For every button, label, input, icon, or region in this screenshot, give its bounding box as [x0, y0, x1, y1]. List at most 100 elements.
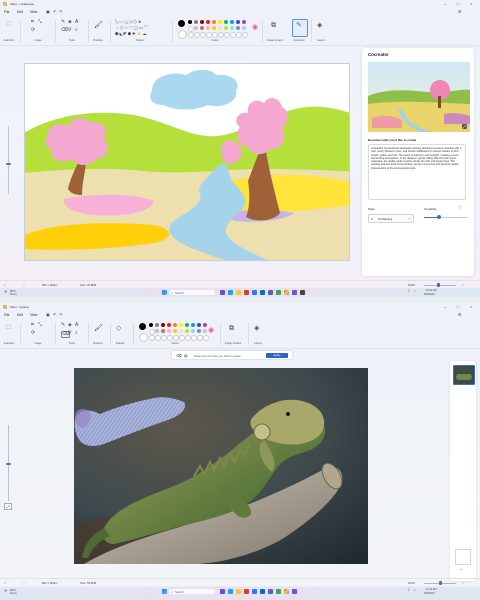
clock-date[interactable]: 9/26/2023: [424, 592, 435, 595]
close-icon[interactable]: ×: [467, 1, 475, 6]
menu-edit[interactable]: Edit: [17, 10, 23, 14]
secondary-color-swatch[interactable]: [178, 30, 187, 39]
office-icon[interactable]: [244, 290, 249, 295]
palette-color-swatch[interactable]: [200, 26, 204, 30]
file-explorer-icon[interactable]: [236, 290, 241, 295]
primary-color-swatch[interactable]: [178, 20, 185, 27]
palette-color-swatch[interactable]: [236, 20, 240, 24]
undo-icon[interactable]: ↶: [53, 312, 56, 317]
pencil-icon[interactable]: ✎: [61, 20, 65, 25]
redo-icon[interactable]: ↷: [59, 9, 62, 14]
layers-icon[interactable]: ◈: [254, 325, 259, 332]
layers-icon[interactable]: ◈: [317, 22, 322, 29]
teams-icon[interactable]: [268, 290, 273, 295]
menu-file[interactable]: File: [4, 10, 9, 14]
brush-size-icon[interactable]: ◍: [184, 353, 188, 358]
creativity-slider-thumb[interactable]: [437, 215, 442, 219]
settings-gear-icon[interactable]: ⚙: [458, 9, 462, 14]
office-icon[interactable]: [244, 589, 249, 594]
onenote-icon[interactable]: [292, 589, 297, 594]
clock-date[interactable]: 9/26/2023: [424, 293, 435, 296]
weather-icon[interactable]: ☀: [4, 289, 8, 294]
store-icon[interactable]: [252, 589, 257, 594]
palette-color-swatch[interactable]: [203, 323, 207, 327]
select-icon[interactable]: ⬚: [6, 325, 11, 330]
landscape-canvas[interactable]: [24, 63, 350, 261]
taskview-icon[interactable]: [220, 290, 225, 295]
fill-icon[interactable]: ◈: [68, 323, 72, 328]
apply-button[interactable]: Apply: [266, 352, 288, 358]
edge-browser-icon[interactable]: [228, 589, 233, 594]
palette-color-swatch[interactable]: [203, 335, 209, 341]
brush-icon[interactable]: 🖌: [94, 325, 103, 332]
text-icon[interactable]: A: [75, 20, 78, 25]
palette-color-swatch[interactable]: [212, 20, 216, 24]
palette-color-swatch[interactable]: [155, 329, 159, 333]
iguana-photo-canvas[interactable]: [74, 368, 368, 564]
shapes-gallery-icon[interactable]: ╲○□△◇⬠★: [115, 19, 142, 24]
add-layer-icon[interactable]: +: [460, 567, 462, 572]
vertical-zoom-slider[interactable]: [4, 120, 12, 200]
maximize-icon[interactable]: □: [454, 304, 462, 309]
palette-color-swatch[interactable]: [197, 329, 201, 333]
teams-icon[interactable]: [268, 589, 273, 594]
palette-color-swatch[interactable]: [224, 26, 228, 30]
cocreator-preview-image[interactable]: [368, 62, 470, 132]
palette-color-swatch[interactable]: [167, 323, 171, 327]
maximize-icon[interactable]: □: [454, 1, 462, 6]
image-creator-icon[interactable]: ⧉: [271, 22, 276, 29]
palette-color-swatch[interactable]: [230, 20, 234, 24]
outlook-icon[interactable]: [260, 589, 265, 594]
palette-color-swatch[interactable]: [212, 26, 216, 30]
brush-icon[interactable]: 🖌: [94, 22, 103, 29]
palette-color-swatch[interactable]: [218, 20, 222, 24]
crop-icon[interactable]: ⌗: [31, 323, 34, 328]
secondary-color-swatch[interactable]: [139, 333, 148, 342]
outlook-icon[interactable]: [260, 290, 265, 295]
save-icon[interactable]: ▣: [46, 312, 50, 317]
excel-icon[interactable]: [276, 589, 281, 594]
layer-thumbnail-blank[interactable]: [455, 549, 471, 565]
palette-color-swatch[interactable]: [191, 323, 195, 327]
palette-color-swatch[interactable]: [242, 32, 248, 38]
palette-color-swatch[interactable]: [242, 20, 246, 24]
resize-icon[interactable]: ⤡: [38, 20, 42, 25]
palette-color-swatch[interactable]: [200, 20, 204, 24]
rotate-icon[interactable]: ⟳: [31, 28, 35, 33]
minimize-icon[interactable]: –: [441, 1, 449, 6]
palette-color-swatch[interactable]: [236, 26, 240, 30]
palette-color-swatch[interactable]: [188, 20, 192, 24]
palette-color-swatch[interactable]: [161, 329, 165, 333]
palette-color-swatch[interactable]: [194, 20, 198, 24]
zoom-slider-thumb[interactable]: [439, 581, 442, 585]
palette-color-swatch[interactable]: [191, 329, 195, 333]
palette-color-swatch[interactable]: [179, 323, 183, 327]
palette-color-swatch[interactable]: [206, 20, 210, 24]
network-icon[interactable]: ⌇: [408, 289, 410, 293]
zoom-slider-thumb[interactable]: [437, 283, 441, 287]
palette-color-swatch[interactable]: [230, 26, 234, 30]
shapes-gallery-row2-icon[interactable]: →⬡☆♡◯▭⌒: [115, 25, 149, 30]
redo-icon[interactable]: ↷: [59, 312, 62, 317]
style-dropdown[interactable]: ◐ Oil Painting ⌄: [368, 214, 414, 223]
search-box[interactable]: ⌕ Search: [169, 589, 215, 594]
info-icon[interactable]: ⓘ: [458, 205, 462, 210]
settings-gear-icon[interactable]: ⚙: [458, 312, 462, 317]
menu-file[interactable]: File: [4, 313, 9, 317]
menu-edit[interactable]: Edit: [17, 313, 23, 317]
palette-color-swatch[interactable]: [149, 323, 153, 327]
select-icon[interactable]: ⬚: [6, 22, 11, 27]
close-icon[interactable]: ×: [467, 304, 475, 309]
edge-browser-icon[interactable]: [228, 290, 233, 295]
prompt-textarea[interactable]: A beautiful impressionist landscape pain…: [368, 144, 466, 200]
palette-color-swatch[interactable]: [242, 26, 246, 30]
shapes-gallery-row3-icon[interactable]: ⬟◣◤⬢✚⚡☁: [115, 31, 147, 36]
undo-icon[interactable]: ↶: [53, 9, 56, 14]
palette-color-swatch[interactable]: [179, 329, 183, 333]
color-picker-icon[interactable]: ⚲: [68, 331, 72, 336]
palette-color-swatch[interactable]: [197, 323, 201, 327]
fit-to-window-icon[interactable]: ⤢: [462, 283, 464, 287]
fit-to-window-icon[interactable]: ⤢: [462, 581, 464, 585]
layer-thumbnail-iguana[interactable]: [453, 365, 475, 385]
taskview-icon[interactable]: [220, 589, 225, 594]
